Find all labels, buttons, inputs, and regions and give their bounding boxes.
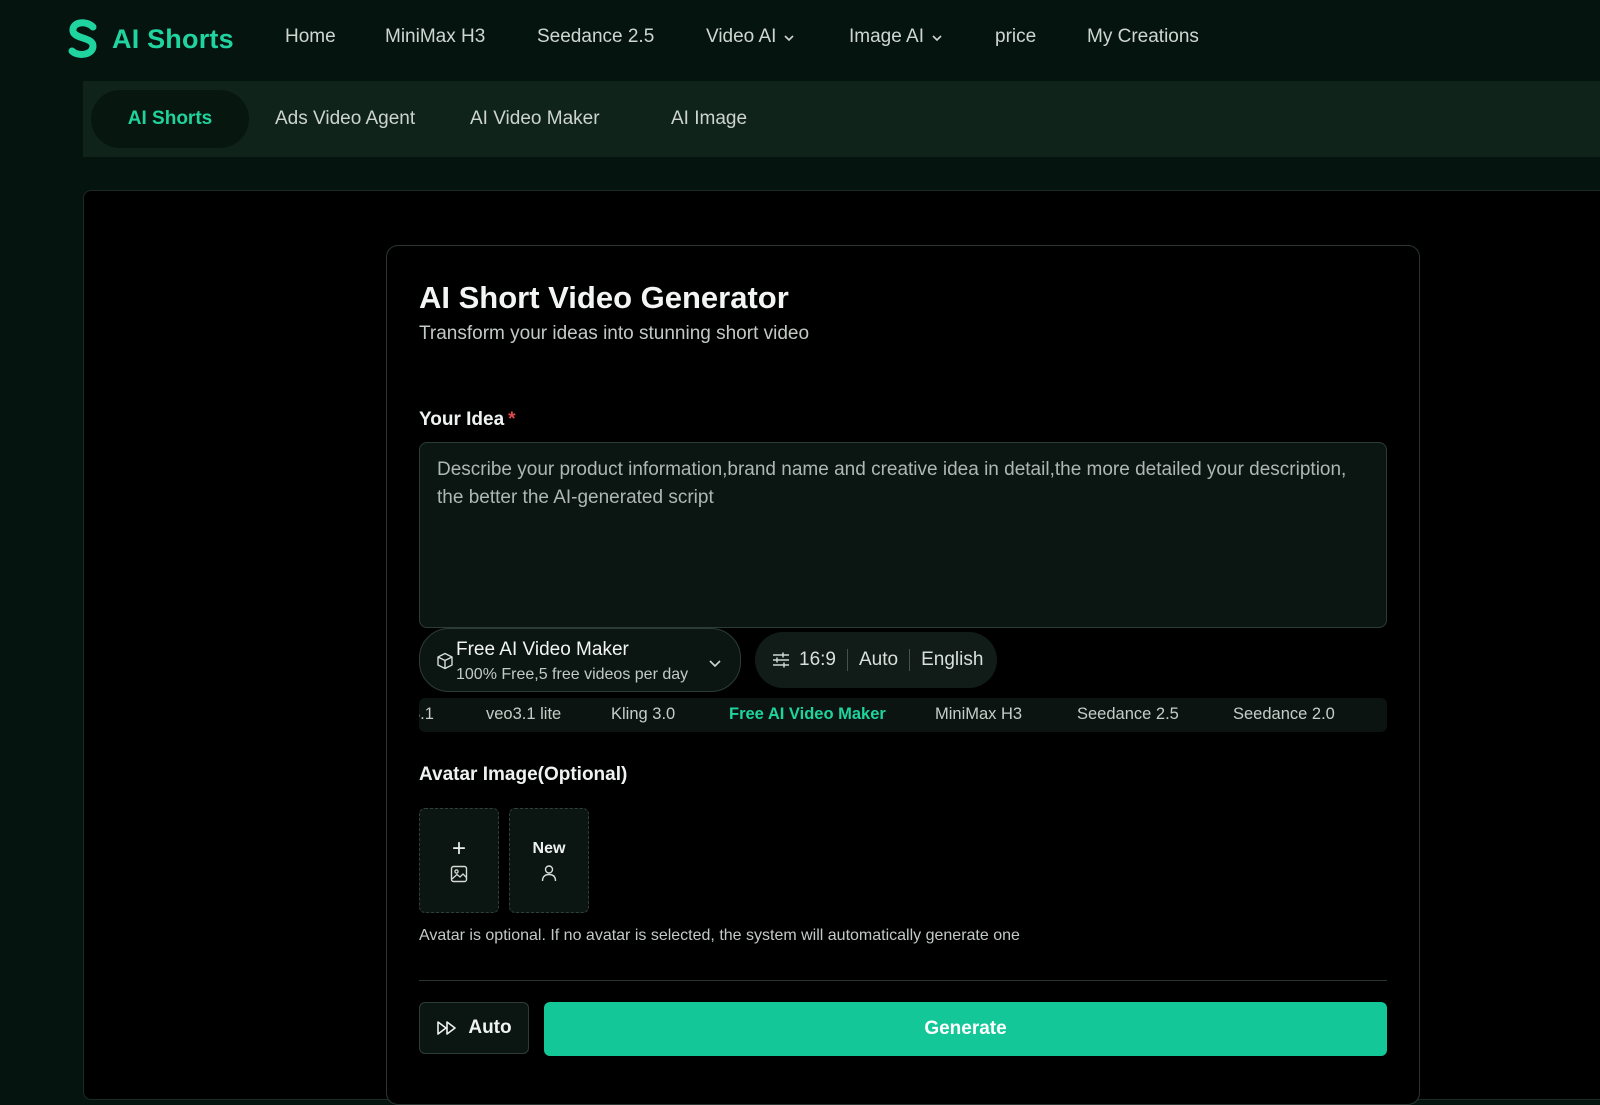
tab-ads-video-agent[interactable]: Ads Video Agent <box>275 81 415 157</box>
nav-item-label: MiniMax H3 <box>385 26 486 47</box>
nav-item-label: Image AI <box>849 26 924 47</box>
tab-label: AI Image <box>671 108 748 129</box>
sub-navigation: AI Shorts Ads Video Agent AI Video Maker… <box>83 81 1600 157</box>
language-value: English <box>921 649 984 670</box>
model-option-seedance-2-5[interactable]: Seedance 2.5 <box>1077 705 1179 724</box>
avatar-note: Avatar is optional. If no avatar is sele… <box>419 927 1020 944</box>
generator-card: AI Short Video Generator Transform your … <box>386 245 1420 1105</box>
top-navigation: AI Shorts Home MiniMax H3 Seedance 2.5 V… <box>0 0 1600 80</box>
cube-icon <box>437 652 453 670</box>
separator <box>846 649 848 671</box>
idea-label-text: Your Idea <box>419 409 505 430</box>
aspect-ratio-value: 16:9 <box>799 649 836 670</box>
page-title: AI Short Video Generator <box>419 280 789 315</box>
auto-label: Auto <box>468 1017 512 1038</box>
nav-item-video-ai[interactable]: Video AI <box>706 26 795 48</box>
plus-icon: + <box>451 834 466 862</box>
idea-input[interactable] <box>419 442 1387 628</box>
avatar-label: Avatar Image(Optional) <box>419 764 628 785</box>
tab-label: AI Shorts <box>127 108 213 129</box>
model-name: Free AI Video Maker <box>456 639 629 660</box>
upload-avatar-button[interactable]: + <box>419 808 499 913</box>
brand-logo-icon <box>68 19 97 58</box>
brand[interactable]: AI Shorts <box>66 19 234 59</box>
model-option-veo3-1-lite[interactable]: veo3.1 lite <box>486 705 561 724</box>
model-selector[interactable]: Free AI Video Maker 100% Free,5 free vid… <box>419 628 741 692</box>
duration-value: Auto <box>858 649 899 670</box>
nav-item-my-creations[interactable]: My Creations <box>1087 26 1199 48</box>
model-option-seedance-2-0[interactable]: Seedance 2.0 <box>1233 705 1335 724</box>
tab-ai-video-maker[interactable]: AI Video Maker <box>470 81 600 157</box>
tab-ai-image[interactable]: AI Image <box>671 81 747 157</box>
model-option-minimax-h3[interactable]: MiniMax H3 <box>935 705 1022 724</box>
model-option-free-ai-video-maker[interactable]: Free AI Video Maker <box>729 705 886 724</box>
model-option-veo3-1[interactable]: 3.1 <box>419 705 434 724</box>
user-icon <box>541 864 557 881</box>
chevron-down-icon <box>784 35 795 42</box>
nav-item-home[interactable]: Home <box>285 26 336 48</box>
model-description: 100% Free,5 free videos per day <box>456 666 689 683</box>
brand-name: AI Shorts <box>112 23 234 54</box>
nav-item-label: Video AI <box>706 26 777 47</box>
nav-item-image-ai[interactable]: Image AI <box>849 26 943 48</box>
image-icon <box>450 865 468 882</box>
required-mark: * <box>508 409 516 430</box>
auto-button[interactable]: Auto <box>419 1002 529 1054</box>
idea-label: Your Idea * <box>419 409 516 431</box>
video-options-button[interactable]: 16:9 Auto English <box>755 632 997 688</box>
model-option-kling-3-0[interactable]: Kling 3.0 <box>611 705 675 724</box>
tab-ai-shorts[interactable]: AI Shorts <box>91 90 249 148</box>
chevron-down-icon <box>709 660 721 668</box>
nav-item-price[interactable]: price <box>995 26 1036 48</box>
fast-forward-icon <box>437 1021 457 1035</box>
nav-item-label: Seedance 2.5 <box>537 26 655 47</box>
tab-label: AI Video Maker <box>470 108 600 129</box>
page-subtitle: Transform your ideas into stunning short… <box>419 323 810 344</box>
new-avatar-button[interactable]: New <box>509 808 589 913</box>
nav-item-minimax-h3[interactable]: MiniMax H3 <box>385 26 485 48</box>
nav-item-label: My Creations <box>1087 26 1199 47</box>
model-strip[interactable]: 3.1 veo3.1 lite Kling 3.0 Free AI Video … <box>419 698 1387 732</box>
nav-item-label: price <box>995 26 1037 47</box>
nav-item-seedance-2-5[interactable]: Seedance 2.5 <box>537 26 654 48</box>
nav-item-label: Home <box>285 26 336 47</box>
tab-label: Ads Video Agent <box>275 108 416 129</box>
sliders-icon <box>773 652 789 668</box>
separator <box>909 649 911 671</box>
generate-button[interactable]: Generate <box>544 1002 1387 1056</box>
new-avatar-label: New <box>532 839 566 857</box>
chevron-down-icon <box>932 35 942 42</box>
divider <box>419 980 1387 981</box>
